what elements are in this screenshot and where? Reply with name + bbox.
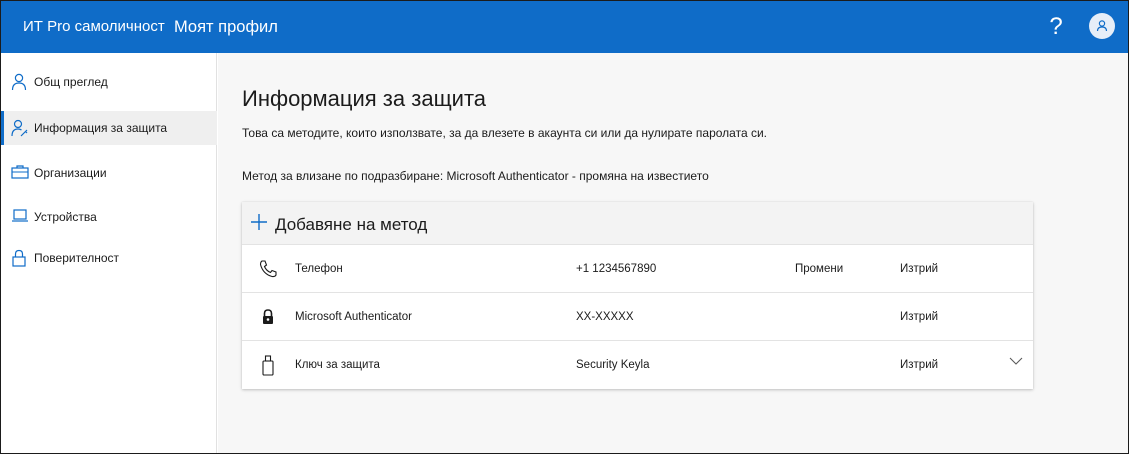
method-name: Телефон [295, 263, 343, 275]
usb-key-icon [258, 355, 278, 376]
sidebar-item-label: Общ преглед [34, 75, 108, 89]
main-content: Информация за защита Това са методите, к… [218, 53, 1128, 453]
sidebar-item-label: Организации [34, 166, 107, 180]
method-detail: Security Keyla [576, 359, 650, 371]
laptop-icon [11, 208, 28, 226]
authenticator-lock-icon [258, 307, 278, 327]
lock-icon [11, 249, 27, 267]
sidebar-item-security-info[interactable]: Информация за защита [1, 111, 217, 145]
briefcase-icon [11, 164, 29, 182]
add-method-label: Добавяне на метод [275, 215, 428, 234]
add-method-button[interactable]: Добавяне на метод [242, 202, 1033, 244]
methods-card: Добавяне на метод Телефон +1 1234567890 … [242, 202, 1033, 389]
sidebar-item-devices[interactable]: Устройства [1, 200, 217, 234]
change-button[interactable]: Промени [795, 263, 843, 275]
sidebar: Общ преглед Информация за защита Организ… [1, 53, 217, 453]
active-indicator [1, 111, 4, 145]
method-row-phone: Телефон +1 1234567890 Промени Изтрий [242, 244, 1033, 292]
phone-icon [258, 259, 278, 279]
method-detail: XX-XXXXX [576, 311, 634, 323]
user-avatar-icon[interactable] [1089, 13, 1115, 39]
app-name[interactable]: Моят профил [174, 18, 278, 37]
delete-button[interactable]: Изтрий [900, 263, 938, 275]
delete-button[interactable]: Изтрий [900, 359, 938, 371]
page-description: Това са методите, които използвате, за д… [242, 126, 767, 140]
chevron-down-icon[interactable] [1009, 356, 1023, 369]
method-detail: +1 1234567890 [576, 263, 657, 275]
method-row-authenticator: Microsoft Authenticator XX-XXXXX Изтрий [242, 292, 1033, 340]
sidebar-item-privacy[interactable]: Поверителност [1, 241, 217, 275]
method-name: Microsoft Authenticator [295, 311, 412, 323]
page-title: Информация за защита [242, 86, 487, 111]
delete-button[interactable]: Изтрий [900, 311, 938, 323]
plus-icon [251, 214, 267, 235]
sidebar-item-label: Устройства [34, 210, 97, 224]
person-key-icon [11, 119, 28, 137]
org-name: ИТ Pro самоличност [23, 18, 165, 35]
person-icon [11, 73, 27, 91]
help-icon[interactable]: ? [1046, 13, 1066, 41]
sidebar-item-overview[interactable]: Общ преглед [1, 65, 217, 99]
method-name: Ключ за защита [295, 359, 380, 371]
sidebar-item-label: Поверителност [34, 251, 120, 265]
default-sign-in-method[interactable]: Метод за влизане по подразбиране: Micros… [242, 169, 709, 183]
sidebar-item-organizations[interactable]: Организации [1, 156, 217, 190]
method-row-security-key: Ключ за защита Security Keyla Изтрий [242, 340, 1033, 388]
top-bar: ИТ Pro самоличност Моят профил ? [1, 1, 1128, 53]
sidebar-item-label: Информация за защита [34, 121, 168, 135]
